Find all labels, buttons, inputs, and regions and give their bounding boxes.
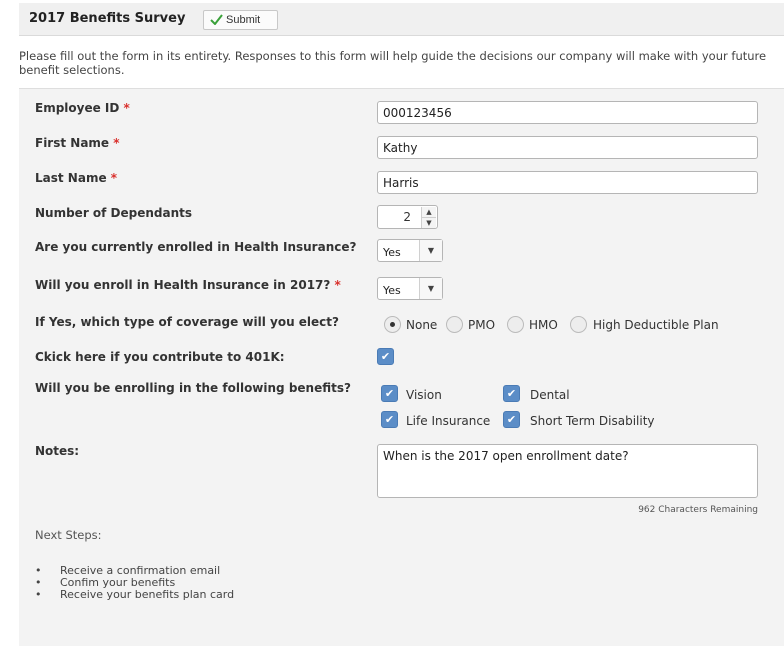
health-2017-value: Yes <box>383 284 401 297</box>
first-name-input[interactable]: Kathy <box>377 136 758 159</box>
increment-icon[interactable]: ▲ <box>421 207 436 218</box>
health-2017-label: Will you enroll in Health Insurance in 2… <box>35 278 341 292</box>
benefit-checkbox-dental[interactable]: ✔ <box>503 385 520 402</box>
submit-label: Submit <box>226 14 261 26</box>
health-enrolled-select[interactable]: Yes ▼ <box>377 239 443 262</box>
benefits-label: Will you be enrolling in the following b… <box>35 381 351 395</box>
notes-label: Notes: <box>35 444 80 458</box>
benefit-label-life-insurance: Life Insurance <box>406 414 491 428</box>
contribute-401k-label: Ckick here if you contribute to 401K: <box>35 350 285 364</box>
required-mark: * <box>110 171 118 185</box>
dependants-label: Number of Dependants <box>35 206 193 220</box>
dependants-stepper[interactable]: 2 ▲ ▼ <box>377 205 438 229</box>
coverage-radio-none[interactable] <box>384 316 401 333</box>
form-title: 2017 Benefits Survey <box>29 11 186 26</box>
submit-button[interactable]: Submit <box>203 10 278 30</box>
next-steps-title: Next Steps: <box>35 528 102 542</box>
health-2017-label-text: Will you enroll in Health Insurance in 2… <box>35 278 331 292</box>
employee-id-label-text: Employee ID <box>35 101 120 115</box>
form-header: 2017 Benefits Survey Submit <box>19 3 784 36</box>
benefit-checkbox-short-term-disability[interactable]: ✔ <box>503 411 520 428</box>
coverage-label-none: None <box>406 318 438 332</box>
coverage-label-pmo: PMO <box>468 318 496 332</box>
coverage-radio-high-deductible[interactable] <box>570 316 587 333</box>
coverage-label-hmo: HMO <box>529 318 558 332</box>
health-enrolled-value: Yes <box>383 246 401 259</box>
check-icon <box>210 14 223 28</box>
intro-text: Please fill out the form in its entirety… <box>19 49 767 77</box>
employee-id-label: Employee ID * <box>35 101 130 115</box>
last-name-input[interactable]: Harris <box>377 171 758 194</box>
next-steps-list: Receive a confirmation email Confim your… <box>35 565 234 602</box>
decrement-icon[interactable]: ▼ <box>421 218 436 228</box>
benefit-label-short-term-disability: Short Term Disability <box>530 414 655 428</box>
required-mark: * <box>334 278 341 292</box>
benefit-label-dental: Dental <box>530 388 570 402</box>
notes-textarea[interactable]: When is the 2017 open enrollment date? <box>377 444 758 498</box>
coverage-label-high-deductible: High Deductible Plan <box>593 318 719 332</box>
dependants-value: 2 <box>403 210 411 224</box>
first-name-label-text: First Name <box>35 136 110 150</box>
health-2017-select[interactable]: Yes ▼ <box>377 277 443 300</box>
chevron-down-icon: ▼ <box>419 240 442 261</box>
health-enrolled-label: Are you currently enrolled in Health Ins… <box>35 240 357 254</box>
contribute-401k-checkbox[interactable]: ✔ <box>377 348 394 365</box>
list-item: Receive your benefits plan card <box>35 589 234 602</box>
coverage-radio-hmo[interactable] <box>507 316 524 333</box>
coverage-radio-pmo[interactable] <box>446 316 463 333</box>
benefit-label-vision: Vision <box>406 388 442 402</box>
employee-id-input[interactable]: 000123456 <box>377 101 758 124</box>
benefit-checkbox-life-insurance[interactable]: ✔ <box>381 411 398 428</box>
benefit-checkbox-vision[interactable]: ✔ <box>381 385 398 402</box>
first-name-label: First Name * <box>35 136 120 150</box>
last-name-label-text: Last Name <box>35 171 107 185</box>
coverage-label: If Yes, which type of coverage will you … <box>35 315 339 329</box>
last-name-label: Last Name * <box>35 171 117 185</box>
required-mark: * <box>113 136 120 150</box>
required-mark: * <box>123 101 130 115</box>
characters-remaining: 962 Characters Remaining <box>638 505 758 515</box>
chevron-down-icon: ▼ <box>419 278 442 299</box>
